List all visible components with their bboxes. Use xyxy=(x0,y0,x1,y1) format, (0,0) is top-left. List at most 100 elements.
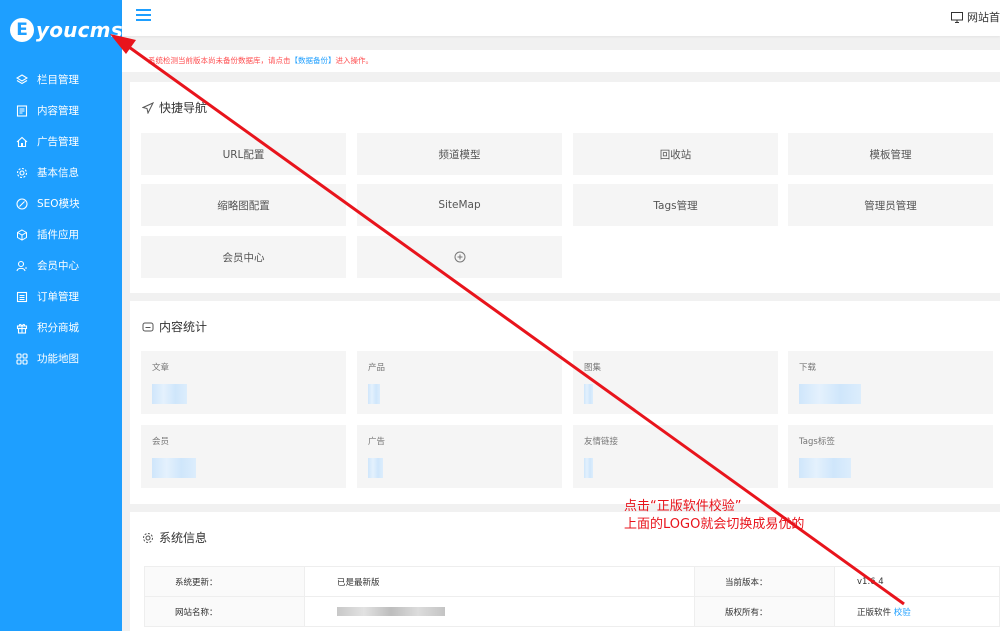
copyright-label: 版权所有： xyxy=(694,596,835,627)
grid-icon xyxy=(16,352,28,365)
compass-icon xyxy=(16,197,28,210)
logo-mark: E xyxy=(10,18,34,42)
stat-value-blurred xyxy=(152,458,196,478)
plus-circle-icon xyxy=(454,251,465,263)
list-icon xyxy=(16,291,28,303)
gear-icon xyxy=(16,167,28,179)
logo[interactable]: E youcms xyxy=(10,14,123,46)
nav-tile-recycle-bin[interactable]: 回收站 xyxy=(573,133,778,175)
cube-icon xyxy=(16,228,28,241)
stat-value-blurred xyxy=(152,384,187,404)
sidebar-item-label: 订单管理 xyxy=(37,291,79,303)
data-backup-link[interactable]: 【数据备份】 xyxy=(291,56,336,65)
copyright-value: 正版软件 校验 xyxy=(834,596,1000,627)
annotation-line-2: 上面的LOGO就会切换成易优的 xyxy=(624,517,805,532)
stat-value-blurred xyxy=(368,458,383,478)
sidebar-item-label: 基本信息 xyxy=(37,167,79,179)
stat-value-blurred xyxy=(584,384,593,404)
stat-label: 广告 xyxy=(368,437,386,447)
sidebar-menu: 栏目管理 内容管理 广告管理 基本信息 SEO模块 插件应用 会员中心 订单管理… xyxy=(0,64,122,374)
nav-tile-member-center[interactable]: 会员中心 xyxy=(141,236,346,278)
sidebar-item-points-mall[interactable]: 积分商城 xyxy=(0,312,122,343)
stat-value-blurred xyxy=(584,458,593,478)
site-name-value xyxy=(304,596,695,627)
stat-tile-albums[interactable]: 图集 xyxy=(573,351,778,414)
copyright-text: 正版软件 xyxy=(857,607,892,618)
system-update-value: 已是最新版 xyxy=(304,566,695,597)
content-stats-card: 内容统计 文章 产品 图集 下载 会员 广告 友情链接 Tags标签 xyxy=(130,301,1000,504)
nav-tile-channel-model[interactable]: 频道模型 xyxy=(357,133,562,175)
system-info-title-text: 系统信息 xyxy=(159,531,208,545)
nav-tile-template-manage[interactable]: 模板管理 xyxy=(788,133,993,175)
gift-icon xyxy=(16,322,28,334)
current-version-value: v1.6.4 xyxy=(834,566,1000,597)
nav-tile-url-config[interactable]: URL配置 xyxy=(141,133,346,175)
system-info-card: 系统信息 系统更新： 已是最新版 当前版本： v1.6.4 网站名称： 版权所有… xyxy=(130,512,1000,631)
sidebar-item-label: 功能地图 xyxy=(37,353,79,365)
sidebar-item-ads[interactable]: 广告管理 xyxy=(0,126,122,157)
sidebar-item-basic-info[interactable]: 基本信息 xyxy=(0,157,122,188)
stat-label: 友情链接 xyxy=(584,437,619,447)
table-row: 系统更新： 已是最新版 当前版本： v1.6.4 xyxy=(144,566,1000,597)
stat-tile-downloads[interactable]: 下载 xyxy=(788,351,993,414)
stats-title-text: 内容统计 xyxy=(159,320,208,334)
stat-tile-members[interactable]: 会员 xyxy=(141,425,346,488)
notice-text-before: 系统检测当前版本尚未备份数据库，请点击 xyxy=(148,56,291,65)
nav-tile-thumbnail-config[interactable]: 缩略图配置 xyxy=(141,184,346,226)
sidebar-item-function-map[interactable]: 功能地图 xyxy=(0,343,122,374)
stat-tile-articles[interactable]: 文章 xyxy=(141,351,346,414)
stat-value-blurred xyxy=(368,384,380,404)
stat-value-blurred xyxy=(799,384,861,404)
notice-text-after: 进入操作。 xyxy=(335,56,374,65)
user-icon xyxy=(16,260,28,272)
annotation-line-1: 点击“正版软件校验” xyxy=(624,499,742,514)
quick-nav-title-text: 快捷导航 xyxy=(159,101,208,115)
sidebar-item-plugins[interactable]: 插件应用 xyxy=(0,219,122,250)
site-name-label: 网站名称： xyxy=(144,596,305,627)
stat-label: 文章 xyxy=(152,363,170,373)
quick-nav-title: 快捷导航 xyxy=(142,99,207,116)
sidebar-item-label: 内容管理 xyxy=(37,105,79,117)
table-row: 网站名称： 版权所有： 正版软件 校验 xyxy=(144,596,1000,627)
site-name-blurred xyxy=(337,606,445,616)
nav-tile-sitemap[interactable]: SiteMap xyxy=(357,184,562,226)
system-update-label: 系统更新： xyxy=(144,566,305,597)
stat-label: 下载 xyxy=(799,363,817,373)
annotation-note: 点击“正版软件校验” 上面的LOGO就会切换成易优的 xyxy=(624,498,804,534)
stat-label: 产品 xyxy=(368,363,386,373)
stat-label: 会员 xyxy=(152,437,170,447)
current-version-label: 当前版本： xyxy=(694,566,835,597)
sidebar-item-content[interactable]: 内容管理 xyxy=(0,95,122,126)
hamburger-menu-icon[interactable] xyxy=(136,9,151,23)
stat-value-blurred xyxy=(799,458,851,478)
stats-title: 内容统计 xyxy=(142,318,207,335)
nav-tile-admin-manage[interactable]: 管理员管理 xyxy=(788,184,993,226)
stat-tile-products[interactable]: 产品 xyxy=(357,351,562,414)
add-shortcut-button[interactable] xyxy=(357,236,562,278)
sidebar-item-label: 积分商城 xyxy=(37,322,79,334)
gear-icon xyxy=(143,532,153,543)
stat-tile-tags[interactable]: Tags标签 xyxy=(788,425,993,488)
stat-tile-ads[interactable]: 广告 xyxy=(357,425,562,488)
quick-nav-card: 快捷导航 URL配置 频道模型 回收站 模板管理 缩略图配置 SiteMap T… xyxy=(130,82,1000,293)
sidebar-item-label: 会员中心 xyxy=(37,260,79,272)
system-info-table: 系统更新： 已是最新版 当前版本： v1.6.4 网站名称： 版权所有： 正版软… xyxy=(144,566,1000,627)
sidebar-item-orders[interactable]: 订单管理 xyxy=(0,281,122,312)
stat-label: 图集 xyxy=(584,363,602,373)
document-icon xyxy=(16,104,28,117)
top-bar: 网站首 xyxy=(122,0,1000,36)
sidebar-item-label: 栏目管理 xyxy=(37,74,79,86)
site-home-label: 网站首 xyxy=(967,11,1000,24)
nav-tile-tags-manage[interactable]: Tags管理 xyxy=(573,184,778,226)
sidebar-item-label: 插件应用 xyxy=(37,229,79,241)
stat-tile-friend-links[interactable]: 友情链接 xyxy=(573,425,778,488)
monitor-icon xyxy=(951,11,963,23)
sidebar-item-label: 广告管理 xyxy=(37,136,79,148)
backup-notice: 系统检测当前版本尚未备份数据库，请点击【数据备份】进入操作。 xyxy=(122,50,1000,72)
verify-link[interactable]: 校验 xyxy=(894,608,911,618)
site-home-link[interactable]: 网站首 xyxy=(951,9,1000,25)
sidebar-item-column[interactable]: 栏目管理 xyxy=(0,64,122,95)
sidebar-item-seo[interactable]: SEO模块 xyxy=(0,188,122,219)
sidebar-item-members[interactable]: 会员中心 xyxy=(0,250,122,281)
sidebar: E youcms 栏目管理 内容管理 广告管理 基本信息 SEO模块 插件应用 xyxy=(0,0,123,631)
